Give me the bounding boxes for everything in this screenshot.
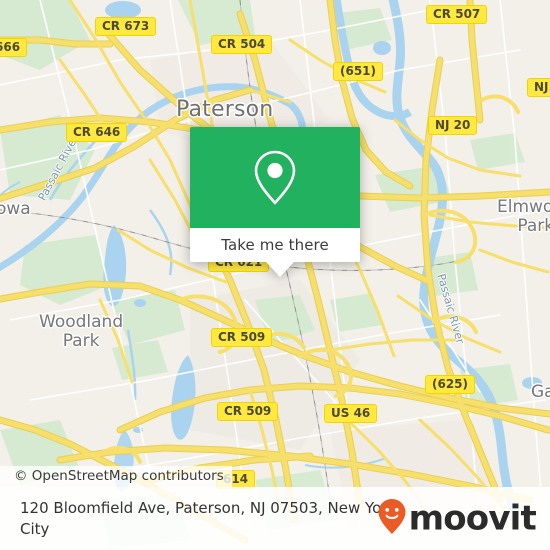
location-popup-card[interactable]: Take me there <box>190 127 360 277</box>
moovit-logo[interactable]: moovit <box>377 497 537 540</box>
address-text: 120 Bloomfield Ave, Paterson, NJ 07503, … <box>20 498 397 538</box>
map-pin-icon <box>252 149 298 207</box>
osm-attribution[interactable]: © OpenStreetMap contributors <box>0 466 232 487</box>
moovit-wordmark: moovit <box>408 498 537 539</box>
footer-bar: 120 Bloomfield Ave, Paterson, NJ 07503, … <box>0 487 550 550</box>
popup-tail-pointer <box>266 262 294 277</box>
moovit-map-screenshot: .w { fill:none; stroke:#aad3f0; } .pk { … <box>0 0 550 550</box>
take-me-there-label: Take me there <box>221 236 329 254</box>
popup-icon-area <box>190 127 360 228</box>
take-me-there-button[interactable]: Take me there <box>190 228 360 262</box>
moovit-pin-smiley-icon <box>377 497 407 540</box>
